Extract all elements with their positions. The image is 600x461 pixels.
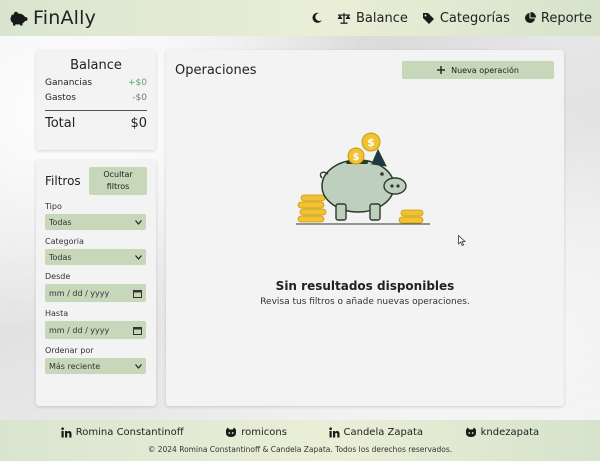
top-navbar: FinAlly Balance Categorías Reporte [0, 0, 600, 36]
empty-state-subtitle: Revisa tus filtros o añade nuevas operac… [260, 297, 470, 307]
nav-categories[interactable]: Categorías [422, 11, 510, 26]
page-footer: Romina Constantinoff romicons Candela Za… [0, 420, 600, 461]
nav-balance-label: Balance [356, 10, 408, 26]
chevron-down-icon [135, 363, 142, 369]
footer-link-romicons-github[interactable]: romicons [225, 427, 287, 438]
github-icon [226, 427, 237, 437]
nav-balance[interactable]: Balance [337, 11, 408, 26]
order-select-value: Más reciente [49, 361, 101, 371]
plus-icon [437, 66, 446, 74]
expense-row: Gastos -$0 [45, 93, 147, 103]
from-date-input[interactable]: mm / dd / yyyy [45, 284, 146, 302]
footer-link-label: Candela Zapata [343, 427, 424, 438]
brand-name: FinAlly [33, 7, 97, 29]
footer-link-romina-linkedin[interactable]: Romina Constantinoff [61, 427, 184, 438]
footer-link-label: kndezapata [480, 427, 540, 438]
from-label: Desde [45, 272, 71, 281]
type-label: Tipo [45, 202, 62, 211]
coin-stack-left [297, 194, 327, 223]
empty-state-title: Sin resultados disponibles [275, 279, 455, 293]
new-operation-button[interactable]: Nueva operación [402, 61, 554, 79]
balance-card: Balance Ganancias +$0 Gastos -$0 Total $… [36, 50, 156, 150]
nav-categories-label: Categorías [439, 10, 510, 26]
coin-stack-right [398, 209, 424, 224]
calendar-icon[interactable] [133, 289, 142, 298]
income-label: Ganancias [45, 78, 93, 88]
category-select-value: Todas [49, 252, 72, 262]
operations-title: Operaciones [175, 63, 257, 78]
income-value: +$0 [128, 78, 147, 88]
nav-report-label: Reporte [540, 10, 592, 26]
footer-link-label: Romina Constantinoff [75, 427, 184, 438]
footer-link-candela-linkedin[interactable]: Candela Zapata [328, 427, 424, 438]
theme-toggle-button[interactable] [311, 12, 323, 24]
nav-report[interactable]: Reporte [524, 11, 592, 26]
to-date-input[interactable]: mm / dd / yyyy [45, 321, 146, 339]
main-nav: Balance Categorías Reporte [311, 11, 592, 26]
order-label: Ordenar por [45, 346, 94, 355]
expense-value: -$0 [132, 93, 147, 103]
pie-chart-icon [524, 12, 536, 23]
from-date-placeholder: mm / dd / yyyy [49, 288, 110, 298]
balance-title: Balance [70, 58, 122, 73]
income-row: Ganancias +$0 [45, 78, 147, 88]
to-date-placeholder: mm / dd / yyyy [49, 325, 110, 335]
filters-card: Filtros Ocultar filtros Tipo Todas Categ… [36, 160, 156, 406]
footer-link-label: romicons [241, 427, 287, 438]
filters-title: Filtros [45, 174, 81, 188]
brand-logo[interactable]: FinAlly [8, 7, 96, 29]
chevron-down-icon [135, 219, 142, 225]
hide-filters-button[interactable]: Ocultar filtros [89, 167, 147, 195]
type-select-value: Todas [49, 217, 72, 227]
total-row: Total $0 [45, 116, 147, 131]
moon-icon [312, 12, 322, 23]
footer-link-kndezapata-github[interactable]: kndezapata [465, 427, 540, 438]
total-value: $0 [130, 116, 147, 131]
copyright-text: © 2024 Romina Constantinoff & Candela Za… [147, 445, 453, 454]
piggy-logo-icon [10, 11, 28, 26]
svg-text:$: $ [353, 152, 360, 163]
scale-icon [337, 13, 351, 24]
mouse-cursor-icon [458, 235, 466, 246]
linkedin-icon [328, 427, 340, 438]
to-label: Hasta [45, 309, 69, 318]
linkedin-icon [61, 427, 72, 438]
balance-divider [45, 110, 147, 111]
footer-links: Romina Constantinoff romicons Candela Za… [0, 420, 600, 438]
order-select[interactable]: Más reciente [45, 358, 146, 374]
type-select[interactable]: Todas [45, 214, 146, 230]
new-operation-label: Nueva operación [451, 65, 519, 75]
operations-card: Operaciones Nueva operación $ $ Sin resu… [166, 50, 564, 406]
total-label: Total [45, 116, 76, 131]
category-label: Categoria [45, 237, 84, 246]
svg-text:$: $ [367, 136, 375, 149]
calendar-icon[interactable] [133, 326, 142, 335]
category-select[interactable]: Todas [45, 249, 146, 265]
filters-header: Filtros Ocultar filtros [45, 167, 147, 195]
piggy-bank-illustration: $ $ [296, 132, 430, 225]
expense-label: Gastos [45, 93, 76, 103]
chevron-down-icon [135, 254, 142, 260]
github-icon [465, 427, 476, 437]
tag-icon [422, 13, 434, 24]
